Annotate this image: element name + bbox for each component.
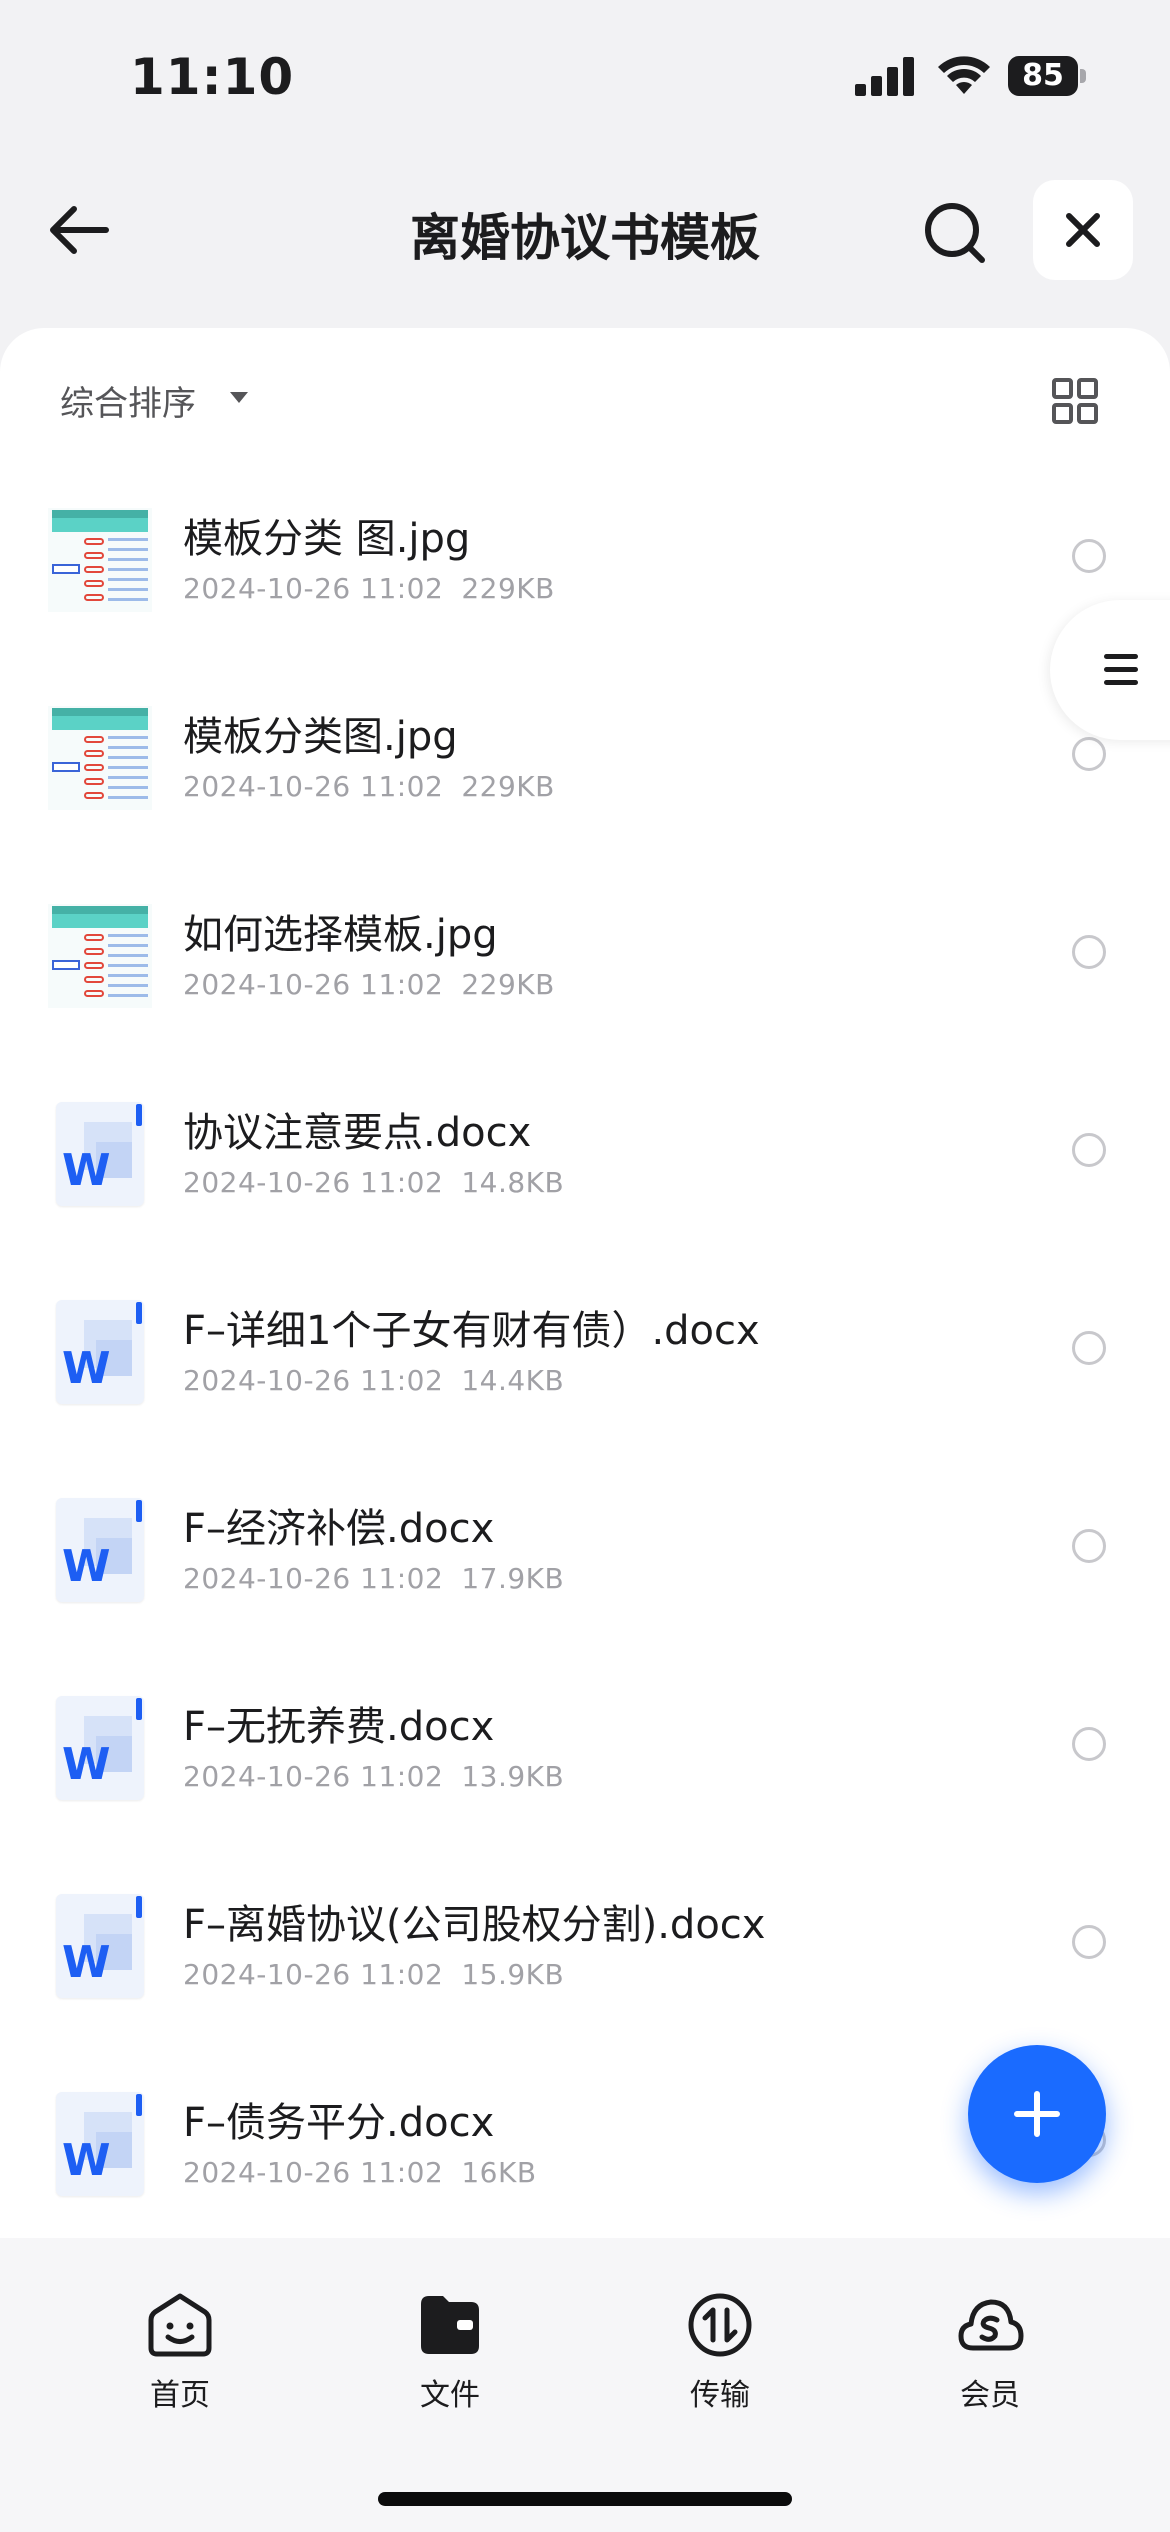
select-radio[interactable]	[1072, 539, 1106, 573]
file-date: 2024-10-26 11:02	[183, 1364, 444, 1397]
file-size: 229KB	[461, 770, 555, 803]
battery-level: 85	[1022, 58, 1064, 93]
sort-dropdown[interactable]: 综合排序	[60, 376, 196, 425]
home-indicator[interactable]	[378, 2492, 792, 2506]
file-date: 2024-10-26 11:02	[183, 770, 444, 803]
tab-transfer[interactable]: 传输	[630, 2290, 810, 2430]
file-row[interactable]: W F–经济补偿.docx 2024-10-26 11:02 17.9KB	[0, 1458, 1170, 1656]
sort-bar: 综合排序	[0, 328, 1170, 468]
file-row[interactable]: W F–无抚养费.docx 2024-10-26 11:02 13.9KB	[0, 1656, 1170, 1854]
select-radio[interactable]	[1072, 1331, 1106, 1365]
home-smiley-icon	[148, 2293, 212, 2357]
file-size: 14.8KB	[461, 1166, 565, 1199]
nav-bar: 离婚协议书模板	[0, 170, 1170, 290]
file-name: 模板分类图.jpg	[183, 714, 458, 760]
add-button[interactable]	[968, 2045, 1106, 2183]
image-thumbnail-icon	[48, 706, 152, 810]
file-date: 2024-10-26 11:02	[183, 1166, 444, 1199]
battery-icon: 85	[1008, 56, 1086, 96]
file-row[interactable]: 如何选择模板.jpg 2024-10-26 11:02 229KB	[0, 864, 1170, 1062]
select-radio[interactable]	[1072, 737, 1106, 771]
file-size: 229KB	[461, 572, 555, 605]
file-meta: 2024-10-26 11:02 16KB	[183, 2156, 537, 2189]
tab-bar: 首页 文件 传输 会员	[0, 2238, 1170, 2532]
select-radio[interactable]	[1072, 1925, 1106, 1959]
file-name: F–无抚养费.docx	[183, 1704, 495, 1750]
back-button[interactable]	[40, 195, 120, 265]
file-date: 2024-10-26 11:02	[183, 2156, 444, 2189]
file-meta: 2024-10-26 11:02 229KB	[183, 770, 555, 803]
select-radio[interactable]	[1072, 1529, 1106, 1563]
file-list: 模板分类 图.jpg 2024-10-26 11:02 229KB 模板分类图.j…	[0, 468, 1170, 2238]
file-name: F–离婚协议(公司股权分割).docx	[183, 1902, 766, 1948]
file-name: 模板分类 图.jpg	[183, 516, 471, 562]
tab-label: 会员	[960, 2378, 1020, 2413]
tab-home[interactable]: 首页	[90, 2290, 270, 2430]
select-radio[interactable]	[1072, 935, 1106, 969]
file-date: 2024-10-26 11:02	[183, 1562, 444, 1595]
file-date: 2024-10-26 11:02	[183, 1958, 444, 1991]
word-doc-icon: W	[48, 1696, 152, 1800]
word-doc-icon: W	[48, 1102, 152, 1206]
file-date: 2024-10-26 11:02	[183, 968, 444, 1001]
close-button[interactable]	[1033, 180, 1133, 280]
file-name: 协议注意要点.docx	[183, 1110, 532, 1156]
file-name: 如何选择模板.jpg	[183, 912, 498, 958]
triangle-down-icon[interactable]	[228, 390, 250, 404]
search-icon	[925, 203, 985, 263]
status-time: 11:10	[130, 48, 295, 106]
plus-icon	[1014, 2091, 1060, 2137]
close-icon	[1066, 213, 1100, 247]
menu-icon	[1104, 652, 1138, 686]
file-row[interactable]: W F–详细1个子女有财有债）.docx 2024-10-26 11:02 14.…	[0, 1260, 1170, 1458]
file-size: 229KB	[461, 968, 555, 1001]
file-size: 17.9KB	[461, 1562, 565, 1595]
image-thumbnail-icon	[48, 508, 152, 612]
tab-label: 首页	[150, 2378, 210, 2413]
select-radio[interactable]	[1072, 1133, 1106, 1167]
file-size: 16KB	[461, 2156, 537, 2189]
arrow-left-icon	[50, 206, 109, 254]
search-button[interactable]	[922, 200, 988, 266]
file-meta: 2024-10-26 11:02 229KB	[183, 968, 555, 1001]
page-title: 离婚协议书模板	[410, 209, 760, 267]
tab-vip[interactable]: 会员	[900, 2290, 1080, 2430]
tab-label: 传输	[690, 2378, 750, 2413]
tab-files[interactable]: 文件	[360, 2290, 540, 2430]
file-name: F–经济补偿.docx	[183, 1506, 495, 1552]
file-row[interactable]: W F–离婚协议(公司股权分割).docx 2024-10-26 11:02 15…	[0, 1854, 1170, 2052]
word-doc-icon: W	[48, 1498, 152, 1602]
file-meta: 2024-10-26 11:02 13.9KB	[183, 1760, 564, 1793]
file-meta: 2024-10-26 11:02 15.9KB	[183, 1958, 564, 1991]
image-thumbnail-icon	[48, 904, 152, 1008]
status-bar: 11:10 85	[0, 0, 1170, 150]
word-doc-icon: W	[48, 2092, 152, 2196]
file-meta: 2024-10-26 11:02 229KB	[183, 572, 555, 605]
file-meta: 2024-10-26 11:02 14.4KB	[183, 1364, 564, 1397]
transfer-icon	[688, 2293, 752, 2357]
tab-label: 文件	[420, 2378, 480, 2413]
file-row[interactable]: W 协议注意要点.docx 2024-10-26 11:02 14.8KB	[0, 1062, 1170, 1260]
word-doc-icon: W	[48, 1300, 152, 1404]
file-size: 13.9KB	[461, 1760, 565, 1793]
select-radio[interactable]	[1072, 1727, 1106, 1761]
file-panel: 综合排序 模板分类 图.jpg 2024-10-26 11:02 229KB 模…	[0, 328, 1170, 2238]
file-name: F–详细1个子女有财有债）.docx	[183, 1308, 760, 1354]
file-row[interactable]: 模板分类图.jpg 2024-10-26 11:02 229KB	[0, 666, 1170, 864]
wifi-icon	[938, 56, 990, 94]
grid-view-icon[interactable]	[1052, 378, 1098, 424]
file-date: 2024-10-26 11:02	[183, 1760, 444, 1793]
file-size: 14.4KB	[461, 1364, 565, 1397]
file-date: 2024-10-26 11:02	[183, 572, 444, 605]
file-name: F–债务平分.docx	[183, 2100, 495, 2146]
cellular-signal-icon	[855, 57, 914, 96]
cloud-vip-icon	[958, 2299, 1024, 2351]
folder-icon	[421, 2296, 479, 2354]
file-size: 15.9KB	[461, 1958, 565, 1991]
file-row[interactable]: 模板分类 图.jpg 2024-10-26 11:02 229KB	[0, 468, 1170, 666]
word-doc-icon: W	[48, 1894, 152, 1998]
file-meta: 2024-10-26 11:02 14.8KB	[183, 1166, 564, 1199]
file-meta: 2024-10-26 11:02 17.9KB	[183, 1562, 564, 1595]
